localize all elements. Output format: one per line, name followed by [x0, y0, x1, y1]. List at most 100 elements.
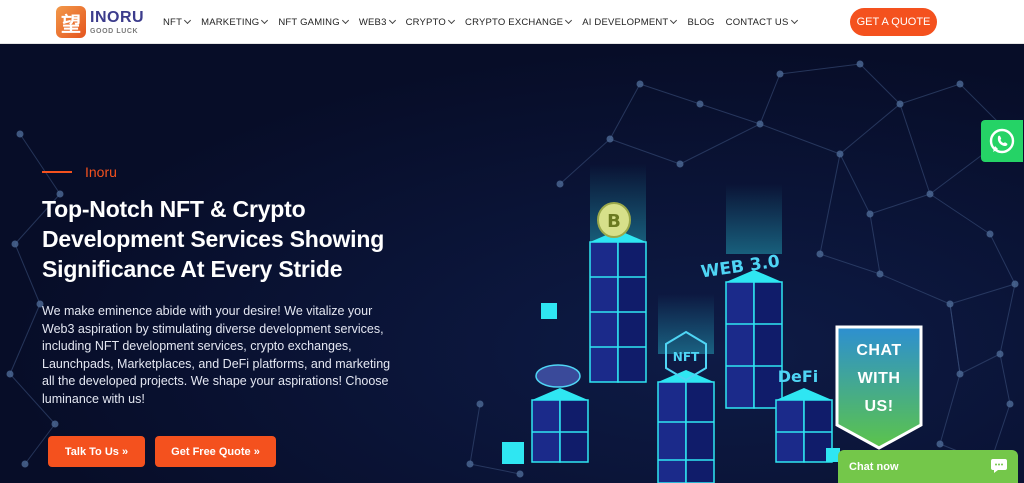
logo-text: INORU GOOD LUCK	[90, 8, 145, 35]
get-a-quote-button[interactable]: GET A QUOTE	[850, 8, 937, 36]
network-line	[999, 283, 1016, 355]
network-line	[759, 73, 781, 125]
network-node	[936, 440, 944, 448]
network-line	[899, 83, 961, 105]
network-line	[959, 353, 1001, 375]
network-node	[21, 460, 29, 468]
network-node	[866, 210, 874, 218]
nav-item-nft-gaming[interactable]: NFT GAMING	[278, 16, 349, 28]
chat-now-bar[interactable]: Chat now	[838, 450, 1018, 483]
network-line	[989, 233, 1016, 285]
cube-tower-defi	[775, 388, 833, 463]
network-node	[986, 230, 994, 238]
talk-to-us-button[interactable]: Talk To Us »	[48, 436, 145, 467]
network-line	[879, 273, 951, 305]
nav-item-label: WEB3	[358, 16, 387, 28]
network-node	[1006, 400, 1014, 408]
network-line	[869, 193, 931, 215]
network-node	[896, 100, 904, 108]
network-node	[606, 135, 614, 143]
get-free-quote-button[interactable]: Get Free Quote »	[155, 436, 276, 467]
badge-line: CHAT	[856, 342, 902, 359]
network-line	[639, 83, 701, 105]
bitcoin-coin-icon: B	[597, 202, 631, 238]
chevron-down-icon	[790, 16, 798, 25]
eyebrow-text: Inoru	[85, 164, 117, 180]
network-node	[16, 130, 24, 138]
nav-item-crypto[interactable]: CRYPTO	[406, 17, 456, 28]
network-line	[869, 213, 881, 275]
brand-tagline: GOOD LUCK	[90, 27, 139, 35]
network-node	[996, 350, 1004, 358]
hero-title: Top-Notch NFT & Crypto Development Servi…	[42, 196, 385, 282]
vr-headset-icon	[535, 364, 581, 388]
nav-item-ai-development[interactable]: AI DEVELOPMENT	[582, 16, 678, 28]
brand-logo[interactable]: 望 INORU GOOD LUCK	[56, 6, 144, 38]
network-node	[956, 80, 964, 88]
network-node	[1011, 280, 1019, 288]
main-menu: NFT MARKETING NFT GAMING WEB3 CRYPTO CRYPTO E…	[163, 0, 808, 44]
network-line	[949, 283, 1016, 305]
nav-item-label: CRYPTO EXCHANGE	[465, 16, 564, 28]
cube-tower-nft	[657, 370, 715, 483]
whatsapp-icon	[989, 128, 1015, 154]
chevron-down-icon	[184, 16, 192, 25]
network-line	[939, 373, 961, 445]
nav-item-contact-us[interactable]: CONTACT US	[725, 16, 798, 28]
cube-tower-web3	[725, 270, 783, 409]
network-node	[876, 270, 884, 278]
network-node	[856, 60, 864, 68]
network-node	[836, 150, 844, 158]
badge-line: US!	[864, 398, 894, 415]
nav-item-label: NFT	[163, 16, 183, 28]
nav-item-crypto-exchange[interactable]: CRYPTO EXCHANGE	[465, 16, 573, 28]
logo-mark: 望	[56, 6, 86, 38]
eyebrow-divider	[42, 171, 72, 173]
network-line	[899, 103, 931, 195]
network-line	[679, 123, 761, 165]
blockchain-cubes-illustration: B WEB 3.0 NFT DeFi	[502, 164, 840, 483]
brand-name: INORU	[90, 8, 145, 26]
network-node	[756, 120, 764, 128]
network-node	[776, 70, 784, 78]
network-node	[51, 420, 59, 428]
cube-tower-left	[531, 388, 589, 463]
network-line	[839, 153, 871, 215]
network-node	[956, 370, 964, 378]
nav-item-label: CONTACT US	[725, 16, 789, 28]
nav-item-marketing[interactable]: MARKETING	[201, 16, 269, 28]
chat-bubble-icon	[991, 459, 1007, 473]
network-line	[469, 403, 481, 465]
chevron-down-icon	[261, 16, 269, 25]
chevron-down-icon	[388, 16, 396, 25]
nav-item-label: MARKETING	[201, 16, 260, 28]
network-node	[926, 190, 934, 198]
whatsapp-button[interactable]	[981, 120, 1023, 162]
nav-item-label: AI DEVELOPMENT	[582, 16, 669, 28]
network-node	[11, 240, 19, 248]
network-line	[999, 353, 1011, 405]
nav-item-web3[interactable]: WEB3	[358, 16, 396, 28]
hero-eyebrow: Inoru	[42, 164, 117, 180]
network-node	[6, 370, 14, 378]
nft-label: NFT	[673, 350, 700, 364]
chevron-down-icon	[565, 16, 573, 25]
nav-item-nft[interactable]: NFT	[163, 16, 192, 28]
chat-with-us-badge[interactable]: CHAT WITH US!	[835, 325, 923, 450]
network-line	[859, 63, 901, 105]
chat-now-label: Chat now	[849, 461, 899, 473]
defi-label: DeFi	[778, 367, 819, 386]
nav-item-blog[interactable]: BLOG	[687, 17, 714, 28]
network-node	[946, 300, 954, 308]
hero-description: We make eminence abide with your desire!…	[42, 304, 391, 406]
network-node	[466, 460, 474, 468]
network-line	[759, 123, 841, 155]
coin-label: B	[607, 211, 621, 232]
chevron-down-icon	[341, 16, 349, 25]
network-line	[14, 243, 41, 305]
network-line	[779, 63, 861, 75]
network-line	[839, 103, 901, 155]
network-line	[699, 103, 761, 125]
network-line	[609, 83, 641, 140]
network-line	[929, 193, 991, 235]
